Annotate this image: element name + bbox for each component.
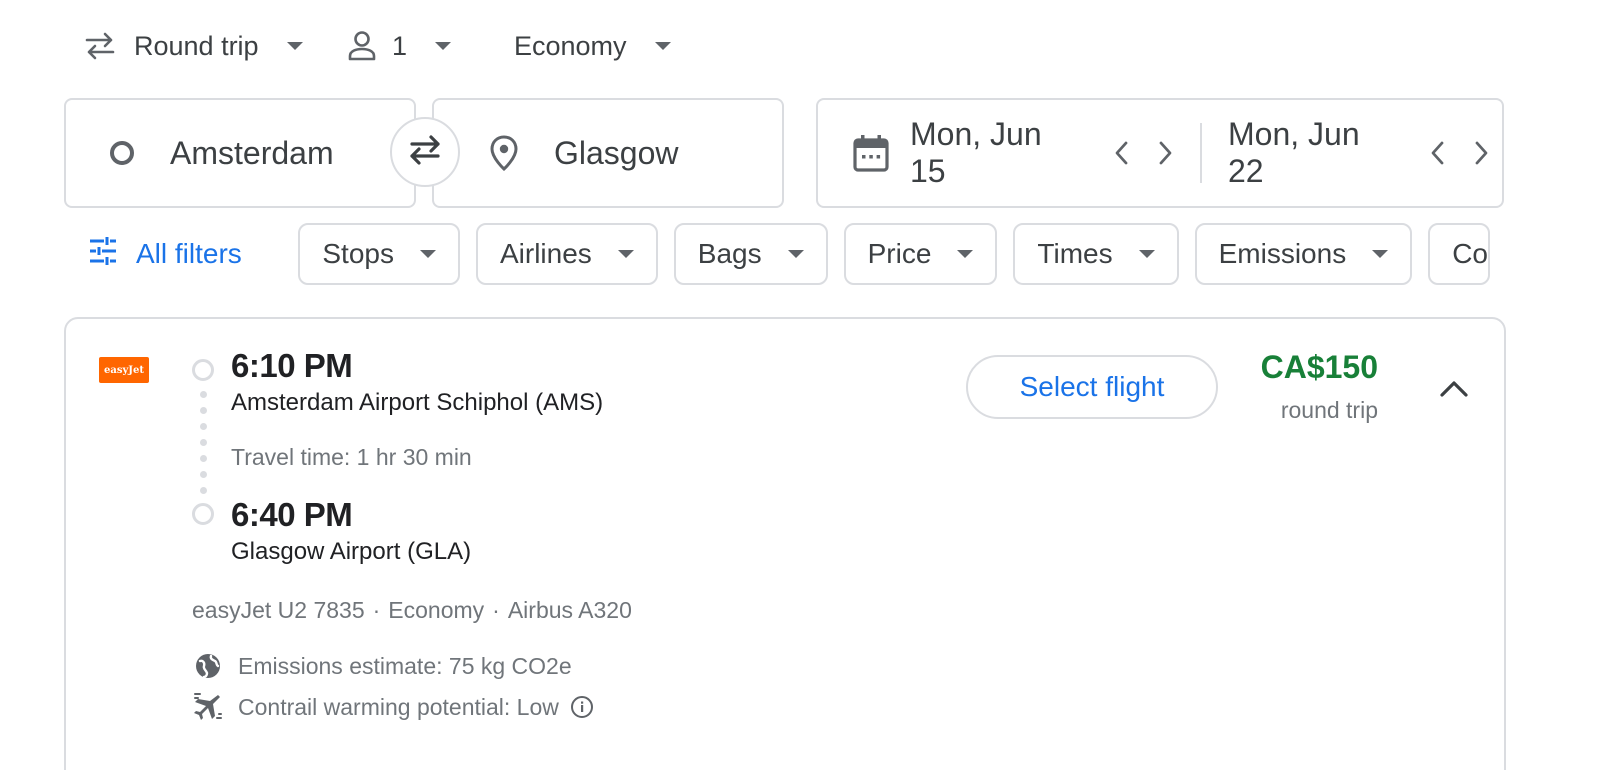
- globe-icon: [192, 650, 224, 682]
- trip-type-label: Round trip: [134, 30, 259, 61]
- departure-date[interactable]: Mon, Jun 15: [910, 116, 1085, 190]
- swap-locations-button[interactable]: [390, 117, 460, 187]
- return-date[interactable]: Mon, Jun 22: [1228, 116, 1403, 190]
- all-filters-label: All filters: [136, 238, 242, 269]
- flight-cabin: Economy: [388, 597, 485, 623]
- all-filters-button[interactable]: All filters: [88, 236, 298, 272]
- chip-label: Emissions: [1218, 238, 1347, 269]
- timeline-dot: [200, 439, 207, 446]
- flight-result-card: easyJet 6:10 PM Amsterdam Airport Schiph…: [64, 317, 1506, 770]
- chip-label: Airlines: [499, 238, 592, 269]
- timeline-dot: [200, 391, 207, 398]
- flight-details-line: easyJet U2 7835 · Economy · Airbus A320: [192, 597, 632, 624]
- chip-label: Stops: [322, 238, 394, 269]
- location-pin-icon: [484, 133, 524, 173]
- aircraft-type: Airbus A320: [507, 597, 632, 623]
- origin-value: Amsterdam: [170, 134, 334, 171]
- easyjet-logo: easyJet: [99, 357, 149, 383]
- chip-label: Co: [1452, 238, 1488, 269]
- collapse-details-button[interactable]: [1434, 371, 1474, 411]
- chevron-down-icon: [435, 42, 452, 50]
- chevron-down-icon: [617, 250, 634, 258]
- filter-bar: All filters Stops Airlines Bags Price Ti…: [88, 222, 1506, 286]
- timeline-dot: [200, 455, 207, 462]
- filter-chip-price[interactable]: Price: [843, 223, 998, 285]
- date-range-field: Mon, Jun 15 Mon, Jun 22: [816, 98, 1504, 208]
- departure-time: 6:10 PM: [231, 347, 353, 384]
- timeline-dot: [200, 423, 207, 430]
- chevron-down-icon: [419, 250, 436, 258]
- separator-dot: ·: [372, 597, 381, 623]
- filter-chip-connecting[interactable]: Co: [1428, 223, 1490, 285]
- flight-number: easyJet U2 7835: [192, 597, 365, 623]
- chip-label: Bags: [697, 238, 762, 269]
- departure-timeline-circle: [192, 359, 214, 381]
- filter-chip-bags[interactable]: Bags: [673, 223, 828, 285]
- calendar-icon[interactable]: [852, 133, 890, 173]
- trip-options-bar: Round trip 1 Economy: [80, 26, 671, 66]
- chevron-left-icon[interactable]: [1417, 133, 1457, 173]
- chevron-down-icon: [654, 42, 671, 50]
- chevron-down-icon: [787, 250, 804, 258]
- chevron-down-icon: [286, 42, 303, 50]
- chip-label: Price: [867, 238, 932, 269]
- chevron-right-icon[interactable]: [1146, 133, 1186, 173]
- destination-value: Glasgow: [554, 134, 679, 171]
- passenger-count: 1: [392, 30, 408, 61]
- cabin-class-label: Economy: [514, 30, 627, 61]
- chevron-up-icon: [1439, 379, 1469, 404]
- person-icon: [342, 26, 382, 66]
- chevron-left-icon[interactable]: [1101, 133, 1141, 173]
- cabin-class-select[interactable]: Economy: [514, 26, 671, 66]
- select-flight-button[interactable]: Select flight: [966, 355, 1218, 419]
- contrail-row: Contrail warming potential: Low: [192, 691, 595, 723]
- emissions-text: Emissions estimate: 75 kg CO2e: [238, 652, 572, 679]
- arrival-time: 6:40 PM: [231, 496, 353, 533]
- swap-icon: [404, 133, 446, 172]
- filter-chip-airlines[interactable]: Airlines: [475, 223, 658, 285]
- date-divider: [1200, 123, 1202, 183]
- timeline-dot: [200, 407, 207, 414]
- filter-chip-stops[interactable]: Stops: [298, 223, 460, 285]
- chevron-down-icon: [1372, 250, 1389, 258]
- emissions-row: Emissions estimate: 75 kg CO2e: [192, 650, 572, 682]
- passenger-select[interactable]: 1: [342, 26, 514, 66]
- circle-origin-icon: [102, 133, 142, 173]
- filter-chip-times[interactable]: Times: [1013, 223, 1179, 285]
- chevron-down-icon: [1138, 250, 1155, 258]
- chevron-right-icon[interactable]: [1462, 133, 1502, 173]
- filter-chip-emissions[interactable]: Emissions: [1194, 223, 1413, 285]
- info-icon[interactable]: [569, 694, 595, 720]
- timeline-dot: [200, 471, 207, 478]
- destination-field[interactable]: Glasgow: [432, 98, 784, 208]
- arrival-airport: Glasgow Airport (GLA): [231, 538, 472, 565]
- flight-price: CA$150: [1260, 349, 1378, 385]
- timeline-dot: [200, 487, 207, 494]
- chevron-down-icon: [957, 250, 974, 258]
- tune-icon: [88, 236, 118, 272]
- arrival-timeline-circle: [192, 503, 214, 525]
- contrail-text: Contrail warming potential: Low: [238, 693, 559, 720]
- chip-label: Times: [1037, 238, 1113, 269]
- origin-field[interactable]: Amsterdam: [64, 98, 416, 208]
- travel-time: Travel time: 1 hr 30 min: [231, 444, 472, 470]
- separator-dot: ·: [492, 597, 500, 623]
- departure-airport: Amsterdam Airport Schiphol (AMS): [231, 389, 604, 416]
- contrail-plane-icon: [192, 691, 224, 723]
- swap-horiz-icon: [80, 26, 120, 66]
- price-note: round trip: [1280, 397, 1378, 423]
- trip-type-select[interactable]: Round trip: [80, 26, 342, 66]
